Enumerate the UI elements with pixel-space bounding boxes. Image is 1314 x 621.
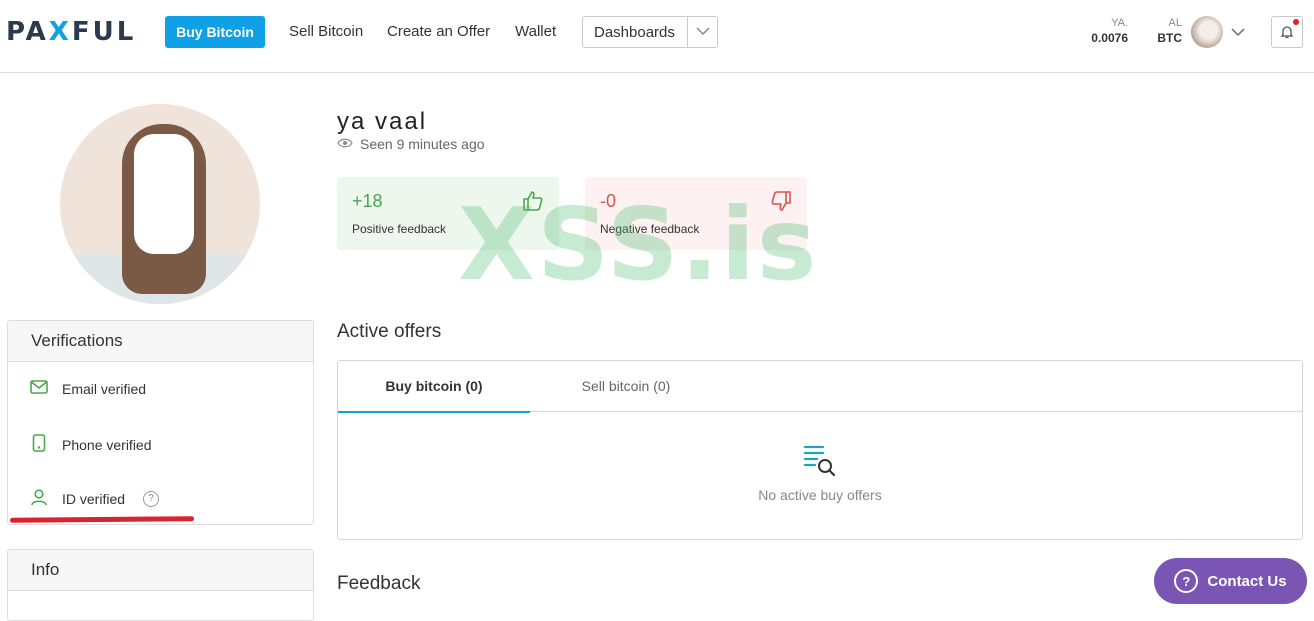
balance-primary-label: YA.	[1111, 17, 1128, 29]
info-panel: Info	[7, 549, 314, 621]
chevron-down-icon[interactable]	[695, 23, 711, 44]
dashboards-label: Dashboards	[594, 24, 675, 41]
photo-redaction	[134, 134, 194, 254]
help-icon[interactable]: ?	[143, 490, 160, 507]
verification-phone-label: Phone verified	[62, 436, 152, 453]
help-circle-icon: ?	[1174, 569, 1199, 593]
thumbs-up-icon	[521, 189, 545, 218]
logo-text-b: FUL	[71, 17, 137, 47]
chevron-down-icon[interactable]	[1230, 24, 1246, 45]
verification-id-label: ID verified	[62, 490, 126, 507]
verification-email-label: Email verified	[62, 380, 147, 397]
nav-create-offer[interactable]: Create an Offer	[387, 23, 490, 40]
verification-phone: Phone verified	[30, 434, 152, 455]
envelope-icon	[30, 380, 48, 397]
positive-feedback-card[interactable]: +18 Positive feedback	[337, 177, 559, 250]
logo-text-x: X	[48, 17, 72, 47]
eye-icon	[337, 136, 353, 152]
info-title: Info	[8, 550, 313, 591]
balance-primary: YA. 0.0076	[1086, 16, 1128, 46]
bell-icon	[1279, 24, 1295, 45]
no-offers-message: No active buy offers	[758, 487, 882, 503]
profile-photo	[60, 104, 260, 304]
paxful-logo[interactable]: PAXFUL	[6, 17, 136, 47]
phone-icon	[30, 434, 48, 455]
user-avatar[interactable]	[1191, 16, 1223, 48]
nav-wallet[interactable]: Wallet	[515, 23, 556, 40]
buy-bitcoin-button[interactable]: Buy Bitcoin	[165, 16, 265, 48]
notification-dot	[1293, 19, 1299, 25]
nav-sell-bitcoin[interactable]: Sell Bitcoin	[289, 23, 363, 40]
contact-us-label: Contact Us	[1207, 572, 1287, 590]
last-seen-text: Seen 9 minutes ago	[360, 136, 485, 152]
user-icon	[30, 488, 48, 509]
list-search-icon	[803, 443, 837, 482]
last-seen: Seen 9 minutes ago	[337, 136, 485, 152]
feedback-title: Feedback	[337, 573, 421, 594]
dropdown-divider	[687, 17, 688, 47]
tab-sell-bitcoin[interactable]: Sell bitcoin (0)	[530, 361, 722, 411]
tab-buy-bitcoin[interactable]: Buy bitcoin (0)	[338, 361, 530, 413]
thumbs-down-icon	[769, 189, 793, 218]
dashboards-dropdown[interactable]: Dashboards	[582, 16, 718, 48]
positive-feedback-label: Positive feedback	[352, 222, 447, 236]
verification-id: ID verified ?	[30, 488, 160, 509]
active-offers-box: Buy bitcoin (0) Sell bitcoin (0) No acti…	[337, 360, 1303, 540]
top-navbar: PAXFUL Buy Bitcoin Sell Bitcoin Create a…	[0, 0, 1314, 73]
negative-feedback-label: Negative feedback	[600, 222, 700, 236]
positive-feedback-count: +18	[352, 191, 383, 211]
offers-tabs: Buy bitcoin (0) Sell bitcoin (0)	[338, 361, 1302, 413]
notifications-button[interactable]	[1271, 16, 1303, 48]
verification-email: Email verified	[30, 380, 146, 397]
profile-username: ya vaal	[337, 108, 428, 135]
balance-primary-value: 0.0076	[1091, 31, 1128, 45]
balance-secondary-value: BTC	[1157, 31, 1182, 45]
balance-secondary: AL BTC	[1150, 16, 1182, 46]
verifications-title: Verifications	[8, 321, 313, 362]
balance-secondary-label: AL	[1168, 17, 1182, 29]
negative-feedback-count: -0	[600, 191, 617, 211]
contact-us-button[interactable]: ? Contact Us	[1154, 558, 1307, 604]
logo-text-a: PA	[6, 17, 49, 47]
active-offers-title: Active offers	[337, 321, 442, 342]
negative-feedback-card[interactable]: -0 Negative feedback	[585, 177, 807, 250]
